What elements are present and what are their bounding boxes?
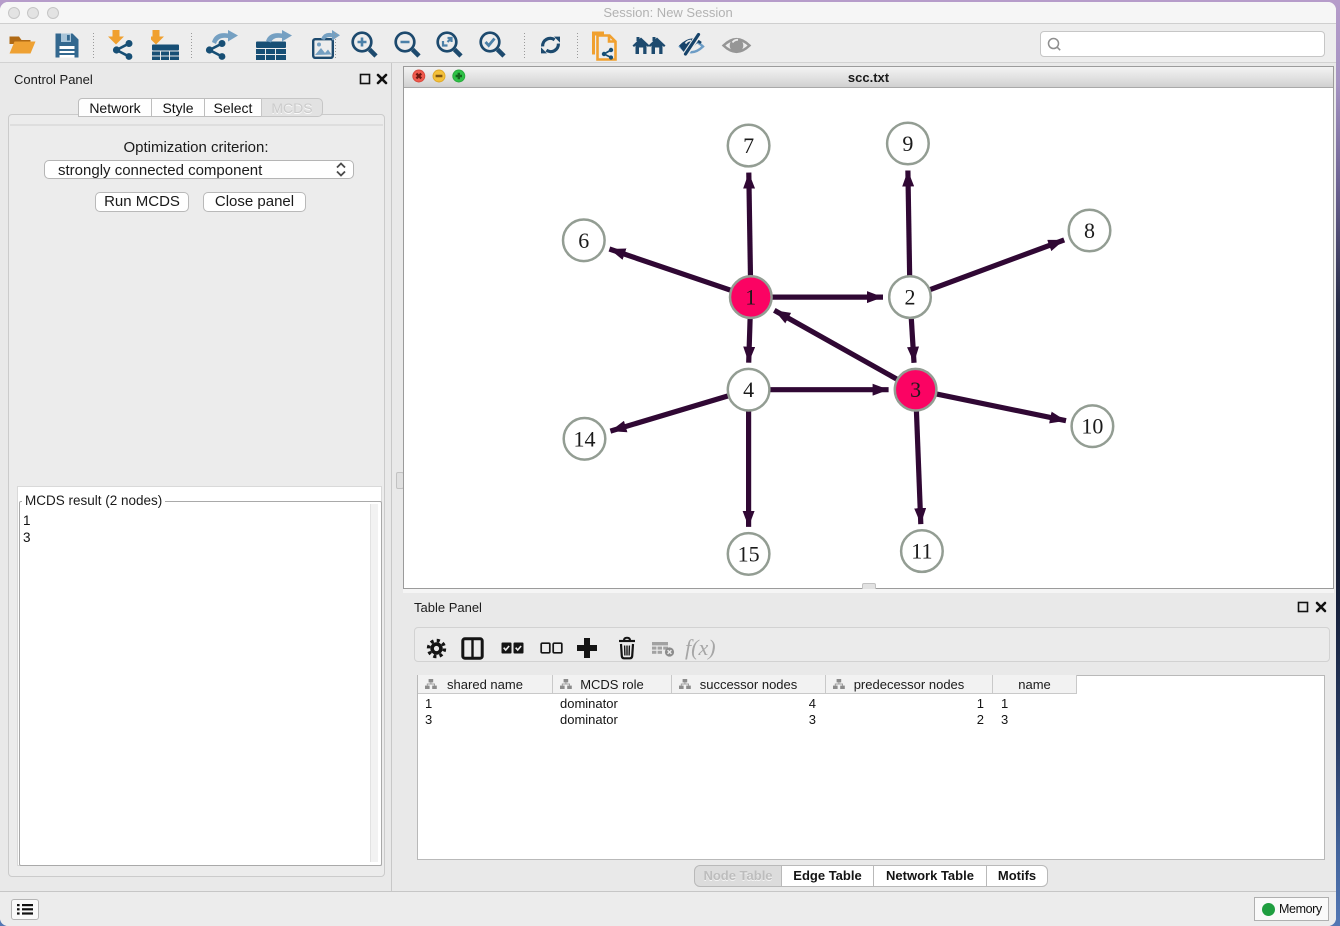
svg-text:2: 2 bbox=[905, 285, 916, 310]
svg-text:4: 4 bbox=[743, 377, 754, 402]
svg-text:14: 14 bbox=[574, 426, 596, 451]
svg-text:7: 7 bbox=[743, 133, 754, 158]
svg-text:10: 10 bbox=[1081, 414, 1103, 439]
svg-text:1: 1 bbox=[745, 285, 756, 310]
svg-text:8: 8 bbox=[1084, 218, 1095, 243]
svg-text:3: 3 bbox=[910, 377, 921, 402]
svg-text:11: 11 bbox=[911, 539, 932, 564]
svg-text:6: 6 bbox=[578, 228, 589, 253]
svg-text:9: 9 bbox=[902, 131, 913, 156]
svg-text:15: 15 bbox=[738, 541, 760, 566]
